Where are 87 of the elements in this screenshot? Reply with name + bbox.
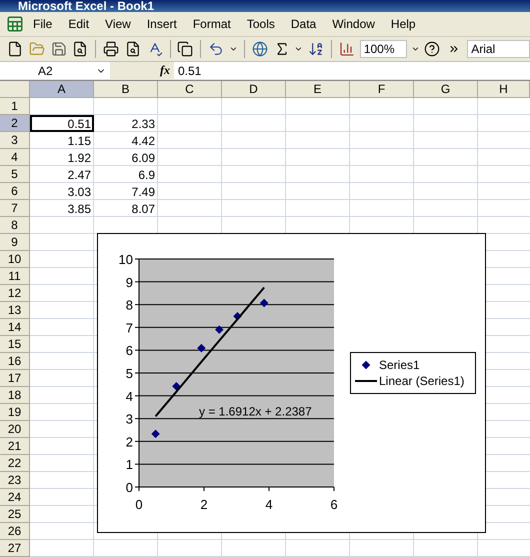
row-header[interactable]: 7	[0, 200, 30, 218]
row-header[interactable]: 5	[0, 166, 30, 184]
row-header[interactable]: 9	[0, 234, 30, 252]
name-box[interactable]: A2	[0, 62, 110, 80]
row-header[interactable]: 3	[0, 132, 30, 150]
row-header[interactable]: 12	[0, 285, 30, 302]
table-cell[interactable]: 1.15	[30, 132, 94, 150]
row-header[interactable]: 2	[0, 115, 30, 132]
menu-item[interactable]: Data	[284, 14, 324, 33]
axis-tick-label: 7	[126, 320, 133, 336]
table-cell[interactable]: 6.09	[94, 149, 158, 166]
data-point	[233, 312, 242, 320]
row-header[interactable]: 6	[0, 183, 30, 200]
axis-tick-label: 2	[200, 497, 208, 512]
font-field[interactable]: Arial	[467, 40, 530, 58]
menu-item[interactable]: File	[26, 14, 60, 33]
axis-tick-label: 4	[126, 388, 133, 404]
row-header[interactable]: 10	[0, 251, 30, 268]
row-header[interactable]: 21	[0, 438, 30, 456]
column-header[interactable]: G	[414, 81, 478, 98]
table-cell[interactable]: 6.9	[94, 166, 158, 184]
row-header[interactable]: 22	[0, 455, 30, 472]
menu-item[interactable]: Tools	[240, 14, 282, 33]
axis-tick-label: 6	[330, 497, 338, 512]
trendline-equation: y = 1.6912x + 2.2387	[199, 404, 312, 419]
function-label[interactable]: fx	[110, 63, 174, 78]
row-header[interactable]: 16	[0, 353, 30, 370]
axis-tick-label: 4	[265, 497, 273, 512]
row-header[interactable]: 18	[0, 387, 30, 404]
formula-field[interactable]: 0.51	[174, 62, 530, 80]
table-cell[interactable]: 2.33	[94, 115, 158, 132]
data-point	[260, 298, 268, 308]
table-cell[interactable]: 0.51	[30, 115, 94, 132]
table-cell[interactable]: 3.85	[30, 200, 94, 218]
legend-label: Series1	[379, 358, 420, 372]
column-header[interactable]: D	[222, 81, 286, 98]
row-header[interactable]: 19	[0, 404, 30, 422]
column-header[interactable]: F	[350, 81, 414, 98]
row-header[interactable]: 8	[0, 217, 30, 234]
axis-tick-label: 2	[126, 434, 133, 450]
axis-tick-label: 8	[126, 298, 133, 313]
row-header[interactable]: 1	[0, 98, 30, 116]
column-header[interactable]: A	[30, 81, 94, 98]
zoom-field[interactable]: 100%	[360, 40, 407, 58]
row-header[interactable]: 23	[0, 472, 30, 490]
row-header[interactable]: 27	[0, 540, 30, 557]
row-header[interactable]: 24	[0, 489, 30, 506]
row-header[interactable]: 4	[0, 149, 30, 166]
axis-tick-label: 0	[126, 480, 133, 496]
table-cell[interactable]: 1.92	[30, 149, 94, 166]
axis-tick-label: 3	[126, 412, 133, 427]
axis-tick-label: 10	[118, 252, 133, 268]
data-point	[172, 382, 181, 390]
column-header[interactable]: E	[286, 81, 350, 98]
row-header[interactable]: 25	[0, 506, 30, 524]
axis-tick-label: 6	[126, 343, 133, 358]
axis-tick-label: 1	[126, 457, 133, 472]
data-point	[215, 325, 224, 334]
column-header[interactable]: H	[478, 81, 530, 98]
axis-tick-label: 0	[135, 497, 143, 512]
column-header[interactable]: C	[158, 81, 222, 98]
menu-item[interactable]: Edit	[61, 14, 96, 33]
menu-item[interactable]: Help	[384, 14, 423, 33]
table-cell[interactable]: 4.42	[94, 132, 158, 150]
menu-item[interactable]: Format	[186, 14, 238, 33]
axis-tick-label: 5	[126, 366, 133, 382]
row-header[interactable]: 14	[0, 319, 30, 336]
row-header[interactable]: 17	[0, 370, 30, 388]
table-cell[interactable]: 3.03	[30, 183, 94, 200]
row-header[interactable]: 13	[0, 302, 30, 320]
window-title: Microsoft Excel - Book1	[18, 0, 154, 12]
table-cell[interactable]: 2.47	[30, 166, 94, 184]
row-header[interactable]: 26	[0, 523, 30, 540]
data-point	[151, 430, 160, 438]
menu-item[interactable]: Window	[325, 14, 382, 33]
axis-tick-label: 9	[126, 274, 133, 290]
legend-label: Linear (Series1)	[379, 374, 464, 388]
spreadsheet-icon[interactable]	[6, 14, 24, 33]
row-header[interactable]: 20	[0, 421, 30, 438]
menu-item[interactable]: View	[98, 14, 138, 33]
data-point	[197, 344, 206, 352]
table-cell[interactable]: 7.49	[94, 183, 158, 200]
menu-item[interactable]: Insert	[140, 14, 184, 33]
column-header[interactable]: B	[94, 81, 158, 98]
table-cell[interactable]: 8.07	[94, 200, 158, 218]
row-header[interactable]: 11	[0, 268, 30, 286]
row-header[interactable]: 15	[0, 336, 30, 354]
